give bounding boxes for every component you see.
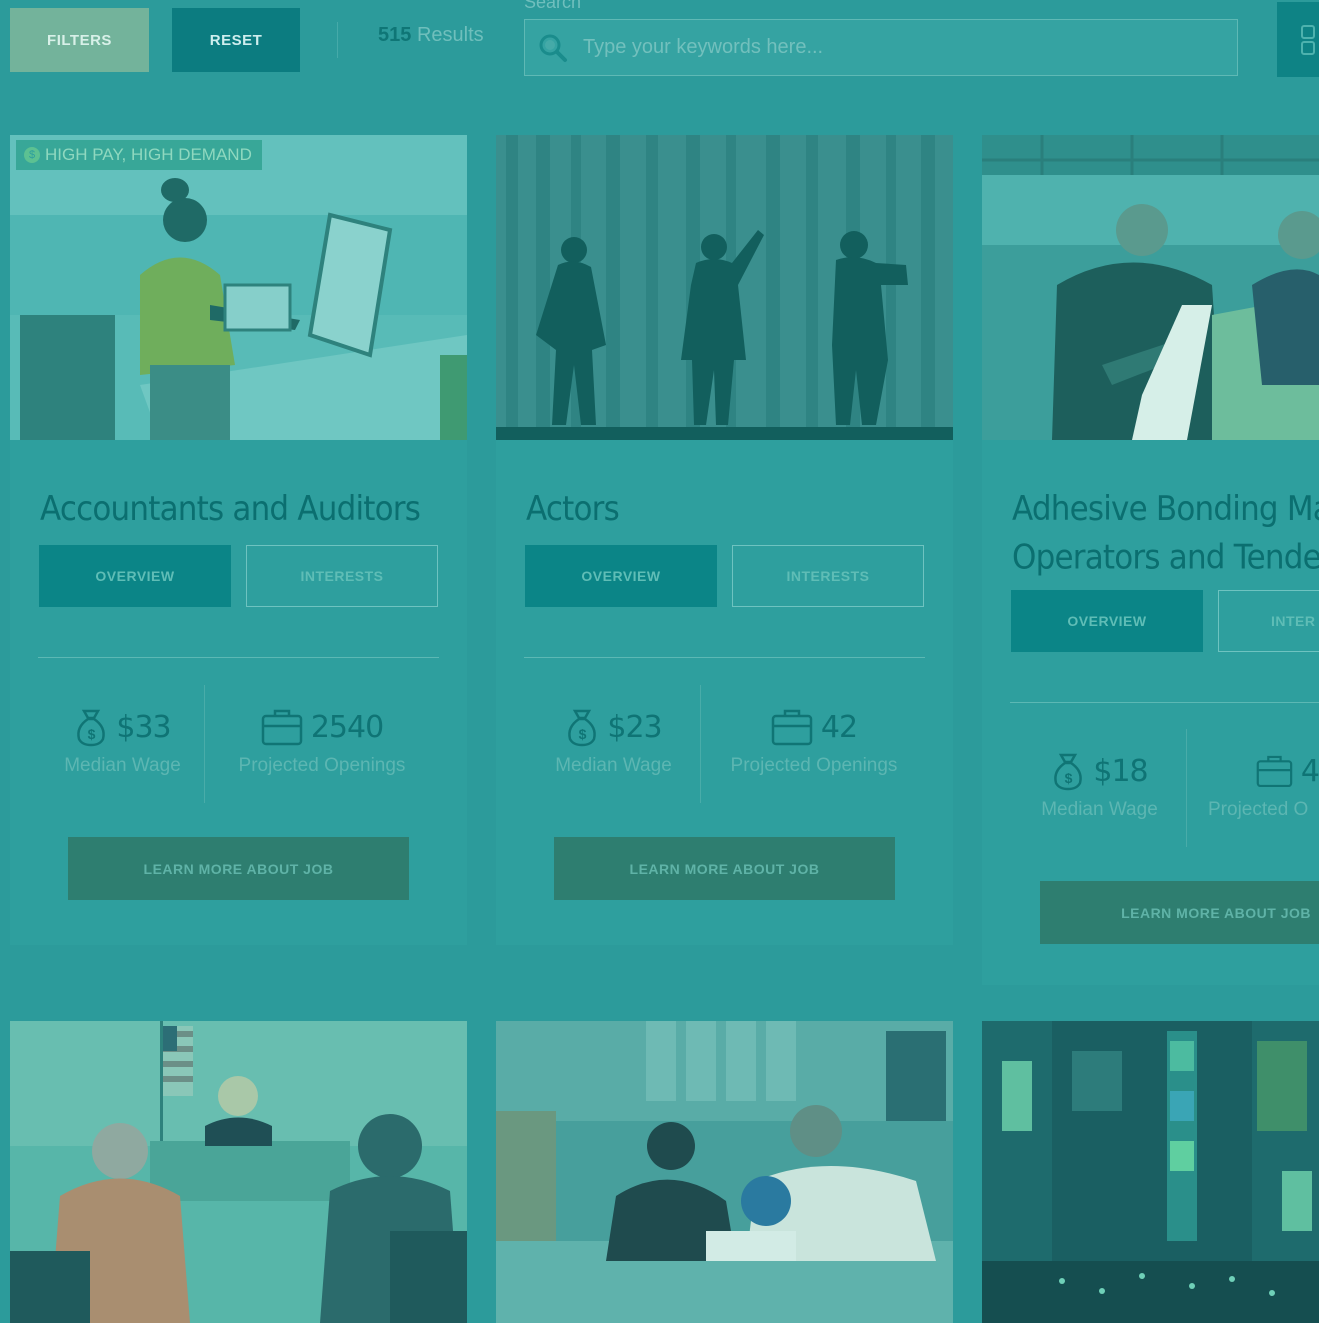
interests-button[interactable]: INTERESTS — [246, 545, 438, 607]
card-divider — [524, 657, 925, 658]
median-wage-value: $23 — [607, 709, 662, 745]
median-wage-stat: $ $18 Median Wage — [1027, 749, 1172, 821]
job-card-accountants: $ HIGH PAY, HIGH DEMAND Accountants and … — [10, 135, 467, 945]
stat-divider — [204, 685, 205, 803]
median-wage-stat: $ $23 Median Wage — [541, 705, 686, 777]
projected-openings-stat: 4 Projected O — [1208, 749, 1319, 821]
briefcase-icon — [1256, 755, 1293, 788]
filters-button[interactable]: FILTERS — [10, 8, 149, 72]
projected-openings-value: 2540 — [310, 709, 384, 745]
money-bag-icon: $ — [1054, 753, 1083, 791]
stat-divider — [700, 685, 701, 803]
svg-text:$: $ — [1065, 770, 1073, 786]
job-card-row2-2 — [496, 1021, 953, 1323]
grid-view-icon — [1301, 25, 1315, 55]
job-card-image — [982, 1021, 1319, 1323]
overview-button[interactable]: OVERVIEW — [1011, 590, 1203, 652]
job-card-image — [496, 135, 953, 440]
overview-button[interactable]: OVERVIEW — [525, 545, 717, 607]
job-title[interactable]: Actors — [526, 485, 620, 533]
stat-divider — [1186, 729, 1187, 847]
money-bag-icon: $ — [568, 709, 597, 747]
grid-view-toggle[interactable] — [1277, 2, 1319, 77]
toolbar: FILTERS RESET 515 Results Search — [0, 0, 1319, 100]
svg-text:$: $ — [88, 726, 96, 742]
median-wage-label: Median Wage — [64, 755, 181, 776]
overview-button[interactable]: OVERVIEW — [39, 545, 231, 607]
projected-openings-value: 4 — [1300, 753, 1319, 789]
job-title[interactable]: Adhesive Bonding Mach Operators and Tend… — [1012, 485, 1319, 582]
results-number: 515 — [378, 24, 412, 46]
search-input[interactable] — [581, 35, 1205, 60]
briefcase-icon — [771, 709, 813, 746]
interests-button[interactable]: INTER — [1218, 590, 1319, 652]
job-card-row2-3 — [982, 1021, 1319, 1323]
median-wage-label: Median Wage — [555, 755, 672, 776]
card-divider — [1010, 702, 1319, 703]
median-wage-value: $33 — [116, 709, 171, 745]
card-divider — [38, 657, 439, 658]
search-label: Search — [524, 0, 582, 12]
svg-text:$: $ — [579, 726, 587, 742]
badge-text: HIGH PAY, HIGH DEMAND — [45, 145, 252, 164]
projected-openings-label: Projected O — [1208, 799, 1309, 820]
search-box[interactable] — [524, 19, 1238, 76]
high-pay-badge: $ HIGH PAY, HIGH DEMAND — [16, 140, 262, 170]
results-count: 515 Results — [378, 24, 484, 47]
job-title-line-2: Operators and Tenders — [1012, 537, 1319, 578]
learn-more-button[interactable]: LEARN MORE ABOUT JOB — [68, 837, 409, 900]
job-title-line-1: Adhesive Bonding Mach — [1012, 489, 1319, 529]
learn-more-button[interactable]: LEARN MORE ABOUT JOB — [1040, 881, 1319, 944]
briefcase-icon — [261, 709, 303, 746]
job-card-image — [982, 135, 1319, 440]
projected-openings-label: Projected Openings — [238, 755, 406, 776]
job-card-adhesive-bonding: Adhesive Bonding Mach Operators and Tend… — [982, 135, 1319, 985]
job-title[interactable]: Accountants and Auditors — [40, 485, 421, 533]
projected-openings-stat: 42 Projected Openings — [714, 705, 914, 777]
job-card-actors: Actors OVERVIEW INTERESTS $ $23 Median W… — [496, 135, 953, 945]
median-wage-label: Median Wage — [1041, 799, 1158, 820]
reset-button[interactable]: RESET — [172, 8, 300, 72]
money-bag-icon: $ — [77, 709, 106, 747]
job-card-image — [10, 135, 467, 440]
job-card-image — [496, 1021, 953, 1323]
job-card-image — [10, 1021, 467, 1323]
dollar-badge-icon: $ — [24, 147, 40, 163]
search-icon — [539, 34, 567, 62]
interests-button[interactable]: INTERESTS — [732, 545, 924, 607]
projected-openings-stat: 2540 Projected Openings — [222, 705, 422, 777]
results-label: Results — [416, 24, 484, 46]
median-wage-stat: $ $33 Median Wage — [50, 705, 195, 777]
job-card-row2-1 — [10, 1021, 467, 1323]
page: FILTERS RESET 515 Results Search Type yo… — [0, 0, 1319, 1323]
projected-openings-value: 42 — [820, 709, 858, 745]
toolbar-divider — [337, 22, 338, 58]
projected-openings-label: Projected Openings — [730, 755, 898, 776]
median-wage-value: $18 — [1093, 753, 1148, 789]
learn-more-button[interactable]: LEARN MORE ABOUT JOB — [554, 837, 895, 900]
